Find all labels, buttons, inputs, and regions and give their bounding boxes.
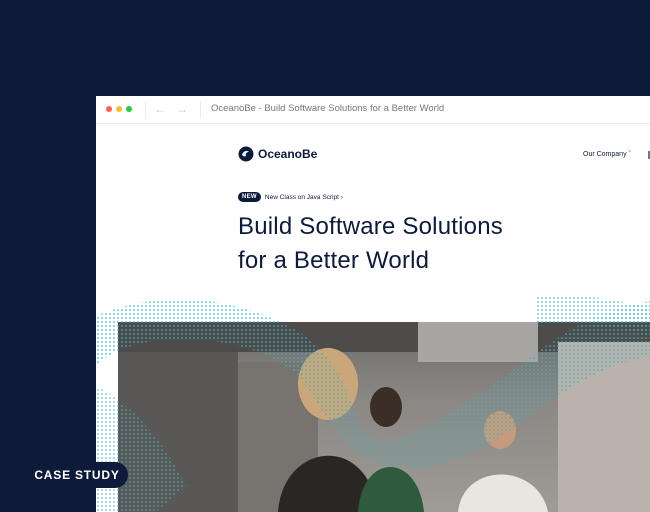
page-tab-title: OceanoBe - Build Software Solutions for … xyxy=(211,103,445,114)
headline-line-1: Build Software Solutions xyxy=(238,213,503,240)
close-window-button[interactable] xyxy=(106,106,112,112)
case-study-badge: CASE STUDY xyxy=(26,462,128,488)
dotted-wave-decoration xyxy=(96,296,650,512)
logo-wordmark: OceanoBe xyxy=(258,147,318,161)
new-badge: NEW xyxy=(238,192,261,202)
announcement-link[interactable]: New Class on Java Script › xyxy=(265,194,343,201)
hero-visual xyxy=(96,296,650,512)
browser-window: ← → OceanoBe - Build Software Solutions … xyxy=(96,96,650,512)
headline-line-2: for a Better World xyxy=(238,247,430,274)
announcement-banner[interactable]: NEW New Class on Java Script › xyxy=(238,192,343,202)
maximize-window-button[interactable] xyxy=(126,106,132,112)
hero-headline: Build Software Solutions for a Better Wo… xyxy=(238,210,503,278)
oceanobe-logo-icon xyxy=(238,146,254,162)
minimize-window-button[interactable] xyxy=(116,106,122,112)
site-logo[interactable]: OceanoBe xyxy=(238,146,317,162)
back-arrow-icon[interactable]: ← xyxy=(154,101,166,118)
toolbar-divider xyxy=(145,101,146,118)
browser-toolbar: ← → OceanoBe - Build Software Solutions … xyxy=(96,96,650,124)
chevron-down-icon: ˇ xyxy=(628,151,631,158)
nav-menu-our-company[interactable]: Our Company ˇ xyxy=(583,151,631,158)
nav-menu-label: Our Company xyxy=(583,151,627,158)
toolbar-divider xyxy=(200,101,201,118)
forward-arrow-icon[interactable]: → xyxy=(176,101,188,118)
